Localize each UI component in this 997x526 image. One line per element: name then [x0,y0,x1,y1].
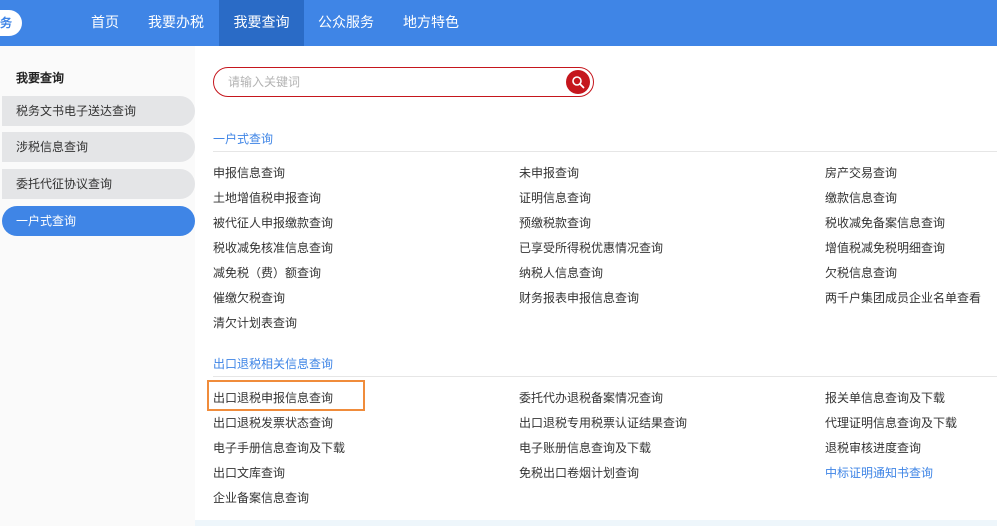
nav-tax-handling[interactable]: 我要办税 [136,0,216,46]
nav-home[interactable]: 首页 [80,0,130,46]
sidebar-item-agency-agreement[interactable]: 委托代征协议查询 [2,169,195,199]
query-link[interactable]: 催缴欠税查询 [213,289,285,306]
top-nav: 务 首页 我要办税 我要查询 公众服务 地方特色 [0,0,997,46]
query-link[interactable]: 欠税信息查询 [825,264,897,281]
nav-public-service[interactable]: 公众服务 [306,0,386,46]
section-title-one-stop: 一户式查询 [213,132,274,146]
section-title-export-refund: 出口退税相关信息查询 [213,357,334,371]
sidebar: 我要查询 税务文书电子送达查询 涉税信息查询 委托代征协议查询 一户式查询 [0,46,195,526]
query-link[interactable]: 出口退税申报信息查询 [213,389,333,406]
sidebar-item-tax-info[interactable]: 涉税信息查询 [2,132,195,162]
query-link[interactable]: 减免税（费）额查询 [213,264,321,281]
query-link[interactable]: 增值税减免税明细查询 [825,239,945,256]
query-link[interactable]: 财务报表申报信息查询 [519,289,639,306]
query-link[interactable]: 土地增值税申报查询 [213,189,321,206]
query-link[interactable]: 已享受所得税优惠情况查询 [519,239,663,256]
query-link[interactable]: 出口文库查询 [213,464,285,481]
sidebar-item-one-stop[interactable]: 一户式查询 [2,206,195,236]
query-link[interactable]: 出口退税发票状态查询 [213,414,333,431]
query-link[interactable]: 委托代办退税备案情况查询 [519,389,663,406]
query-link[interactable]: 清欠计划表查询 [213,314,297,331]
query-link[interactable]: 证明信息查询 [519,189,591,206]
sidebar-item-doc-delivery[interactable]: 税务文书电子送达查询 [2,96,195,126]
logo-mark: 务 [0,16,13,30]
section-divider [213,151,997,152]
query-link[interactable]: 被代征人申报缴款查询 [213,214,333,231]
sidebar-title: 我要查询 [16,71,65,85]
query-link[interactable]: 申报信息查询 [213,164,285,181]
query-link[interactable]: 房产交易查询 [825,164,897,181]
query-link[interactable]: 企业备案信息查询 [213,489,309,506]
query-link[interactable]: 免税出口卷烟计划查询 [519,464,639,481]
query-link[interactable]: 税收减免核准信息查询 [213,239,333,256]
nav-local-features[interactable]: 地方特色 [391,0,471,46]
main-content: 一户式查询 申报信息查询 未申报查询 房产交易查询土地增值税申报查询 证明信息查询 缴款… [195,46,997,520]
nav-query[interactable]: 我要查询 [219,0,304,46]
query-link[interactable]: 报关单信息查询及下载 [825,389,945,406]
query-link[interactable]: 中标证明通知书查询 [825,464,933,481]
query-link[interactable]: 预缴税款查询 [519,214,591,231]
query-link[interactable]: 电子手册信息查询及下载 [213,439,345,456]
query-link[interactable]: 纳税人信息查询 [519,264,603,281]
query-link[interactable]: 出口退税专用税票认证结果查询 [519,414,687,431]
search-icon [572,76,585,89]
query-link[interactable]: 电子账册信息查询及下载 [519,439,651,456]
search-box [213,67,594,97]
query-link[interactable]: 税收减免备案信息查询 [825,214,945,231]
query-link[interactable]: 退税审核进度查询 [825,439,921,456]
query-link[interactable]: 缴款信息查询 [825,189,897,206]
section-divider [213,376,997,377]
query-link[interactable]: 未申报查询 [519,164,579,181]
search-button[interactable] [566,70,590,94]
query-link[interactable]: 代理证明信息查询及下载 [825,414,957,431]
search-input[interactable] [228,72,548,92]
query-link[interactable]: 两千户集团成员企业名单查看 [825,289,981,306]
